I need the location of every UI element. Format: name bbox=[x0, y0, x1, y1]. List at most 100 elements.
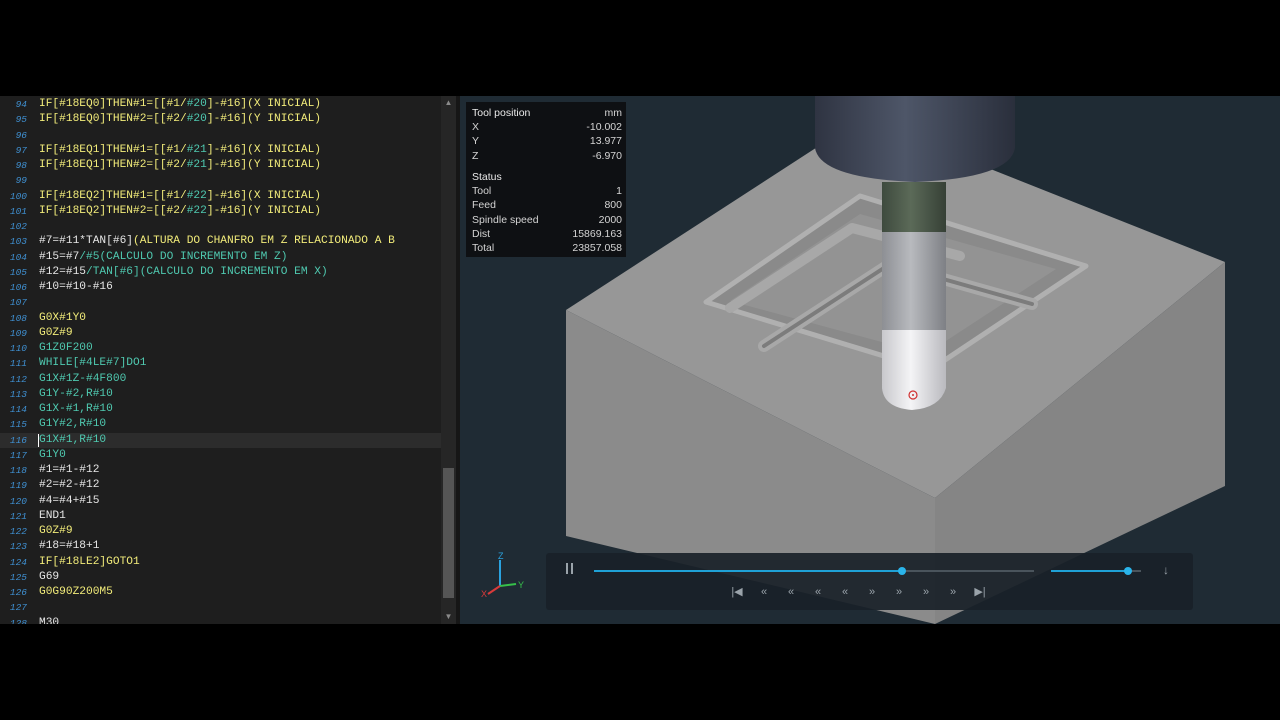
step-back-1-icon[interactable]: « bbox=[753, 583, 775, 601]
code-token: ]-#16](Y INICIAL) bbox=[206, 113, 321, 126]
dist-label: Dist bbox=[472, 228, 491, 240]
code-line[interactable]: 122 G0Z#9 bbox=[0, 524, 441, 539]
code-line[interactable]: 115 G1Y#2,R#10 bbox=[0, 417, 441, 432]
code-token: ]-#16](X INICIAL) bbox=[206, 98, 321, 110]
code-line[interactable]: 108 G0X#1Y0 bbox=[0, 311, 441, 326]
code-line[interactable]: 128 M30 bbox=[0, 616, 441, 625]
go-to-end-icon[interactable]: ▶| bbox=[969, 583, 991, 601]
line-number: 115 bbox=[9, 419, 27, 431]
code-token: G1Y-#2,R#10 bbox=[39, 387, 113, 400]
line-number: 128 bbox=[9, 617, 27, 625]
step-back-3-icon[interactable]: « bbox=[807, 583, 829, 601]
code-line[interactable]: 114 G1X-#1,R#10 bbox=[0, 402, 441, 417]
z-value: -6.970 bbox=[592, 150, 622, 162]
code-token: G1X#1Z-#4F800 bbox=[39, 372, 127, 385]
code-line[interactable]: 121 END1 bbox=[0, 509, 441, 524]
pause-button[interactable] bbox=[563, 561, 577, 577]
line-number: 94 bbox=[15, 99, 27, 110]
step-forward-3-icon[interactable]: » bbox=[942, 583, 964, 601]
text-cursor bbox=[38, 433, 39, 447]
code-line[interactable]: 97 IF[#18EQ1]THEN#1=[[#1/#21]-#16](X INIC… bbox=[0, 143, 441, 158]
arrow-down-icon[interactable]: ↓ bbox=[1163, 563, 1169, 577]
code-line[interactable]: 116 G1X#1,R#10 bbox=[0, 432, 441, 448]
scroll-up-icon[interactable]: ▲ bbox=[441, 96, 456, 110]
step-forward-icon[interactable]: » bbox=[861, 583, 883, 601]
line-code: G0X#1Y0 bbox=[39, 311, 86, 326]
line-number: 98 bbox=[15, 160, 27, 171]
speed-handle[interactable] bbox=[1123, 567, 1132, 575]
code-token: IF[#18LE2]GOTO1 bbox=[39, 555, 140, 568]
tool-shank-grey bbox=[882, 230, 946, 330]
code-line[interactable]: 113 G1Y-#2,R#10 bbox=[0, 387, 441, 402]
code-token: END1 bbox=[39, 509, 66, 522]
3d-viewport[interactable]: Tool position mm X -10.002 Y 13.977 Z -6… bbox=[460, 96, 1280, 624]
code-line[interactable]: 105 #12=#15/TAN[#6](CALCULO DO INCREMENTO… bbox=[0, 265, 441, 280]
editor-scrollbar[interactable]: ▲ ▼ bbox=[441, 96, 456, 624]
code-line[interactable]: 110 G1Z0F200 bbox=[0, 341, 441, 356]
code-line[interactable]: 119 #2=#2-#12 bbox=[0, 478, 441, 493]
code-line[interactable]: 126 G0G90Z200M5 bbox=[0, 585, 441, 600]
speed-fill bbox=[1051, 570, 1128, 572]
progress-slider[interactable] bbox=[594, 567, 1034, 575]
line-number: 99 bbox=[15, 175, 27, 187]
code-line[interactable]: 120 #4=#4+#15 bbox=[0, 494, 441, 509]
code-line[interactable]: 104 #15=#7/#5(CALCULO DO INCREMENTO EM Z) bbox=[0, 250, 441, 265]
z-axis-label: Z bbox=[498, 551, 504, 561]
speed-slider[interactable] bbox=[1051, 567, 1141, 575]
line-number: 107 bbox=[9, 297, 27, 309]
code-line[interactable]: 124 IF[#18LE2]GOTO1 bbox=[0, 555, 441, 570]
gcode-editor[interactable]: 94 IF[#18EQ0]THEN#1=[[#1/#20]-#16](X INIC… bbox=[0, 96, 441, 624]
z-row: Z -6.970 bbox=[472, 149, 622, 163]
code-token: G0Z#9 bbox=[39, 525, 73, 537]
spindle-label: Spindle speed bbox=[472, 214, 539, 226]
code-line[interactable]: 94 IF[#18EQ0]THEN#1=[[#1/#20]-#16](X INIC… bbox=[0, 97, 441, 112]
line-code: #1=#1-#12 bbox=[39, 463, 99, 478]
code-line[interactable]: 118 #1=#1-#12 bbox=[0, 463, 441, 478]
y-label: Y bbox=[472, 135, 480, 147]
axis-triad: Z Y X bbox=[481, 551, 524, 598]
line-code: #2=#2-#12 bbox=[39, 478, 99, 493]
line-code: G0Z#9 bbox=[39, 326, 73, 341]
step-back-icon[interactable]: « bbox=[834, 583, 856, 601]
code-line[interactable]: 125 G69 bbox=[0, 570, 441, 585]
step-forward-1-icon[interactable]: » bbox=[888, 583, 910, 601]
progress-handle[interactable] bbox=[898, 567, 906, 575]
scroll-thumb[interactable] bbox=[443, 468, 454, 598]
code-token: G1X-#1,R#10 bbox=[39, 403, 113, 415]
code-line[interactable]: 103 #7=#11*TAN[#6](ALTURA DO CHANFRO EM Z… bbox=[0, 234, 441, 249]
line-number: 104 bbox=[9, 251, 27, 263]
code-line[interactable]: 102 bbox=[0, 219, 441, 234]
line-code: G1Y-#2,R#10 bbox=[39, 387, 113, 402]
z-label: Z bbox=[472, 150, 479, 162]
code-line[interactable]: 112 G1X#1Z-#4F800 bbox=[0, 372, 441, 387]
step-forward-2-icon[interactable]: » bbox=[915, 583, 937, 601]
code-line[interactable]: 101 IF[#18EQ2]THEN#2=[[#2/#22]-#16](Y INI… bbox=[0, 204, 441, 219]
x-label: X bbox=[472, 121, 480, 133]
code-line[interactable]: 123 #18=#18+1 bbox=[0, 539, 441, 554]
code-token: /#5(CALCULO DO INCREMENTO EM Z) bbox=[79, 250, 288, 263]
code-line[interactable]: 127 bbox=[0, 600, 441, 615]
go-to-start-icon[interactable]: |◀ bbox=[726, 583, 748, 601]
code-line[interactable]: 117 G1Y0 bbox=[0, 448, 441, 463]
code-line[interactable]: 107 bbox=[0, 295, 441, 310]
tool-position-header: Tool position mm bbox=[472, 106, 622, 120]
code-line[interactable]: 98 IF[#18EQ1]THEN#2=[[#2/#21]-#16](Y INIC… bbox=[0, 158, 441, 173]
code-line[interactable]: 96 bbox=[0, 128, 441, 143]
line-code: IF[#18EQ2]THEN#2=[[#2/#22]-#16](Y INICIA… bbox=[39, 204, 321, 219]
step-back-2-icon[interactable]: « bbox=[780, 583, 802, 601]
x-axis-label: X bbox=[481, 589, 487, 598]
code-token: IF[#18EQ2]THEN#1=[[#1/ bbox=[39, 189, 187, 202]
scroll-down-icon[interactable]: ▼ bbox=[441, 610, 456, 624]
code-line[interactable]: 111 WHILE[#4LE#7]DO1 bbox=[0, 356, 441, 371]
code-line[interactable]: 109 G0Z#9 bbox=[0, 326, 441, 341]
code-line[interactable]: 106 #10=#10-#16 bbox=[0, 280, 441, 295]
code-line[interactable]: 95 IF[#18EQ0]THEN#2=[[#2/#20]-#16](Y INIC… bbox=[0, 112, 441, 127]
line-number: 121 bbox=[9, 510, 27, 522]
tool-shank-green bbox=[882, 182, 946, 232]
code-line[interactable]: 99 bbox=[0, 173, 441, 188]
code-token: G1Y#2,R#10 bbox=[39, 418, 107, 431]
code-token: #18=#18+1 bbox=[39, 540, 100, 553]
code-line[interactable]: 100 IF[#18EQ2]THEN#1=[[#1/#22]-#16](X INI… bbox=[0, 189, 441, 204]
tool-holder bbox=[815, 96, 1015, 182]
total-label: Total bbox=[472, 242, 495, 254]
